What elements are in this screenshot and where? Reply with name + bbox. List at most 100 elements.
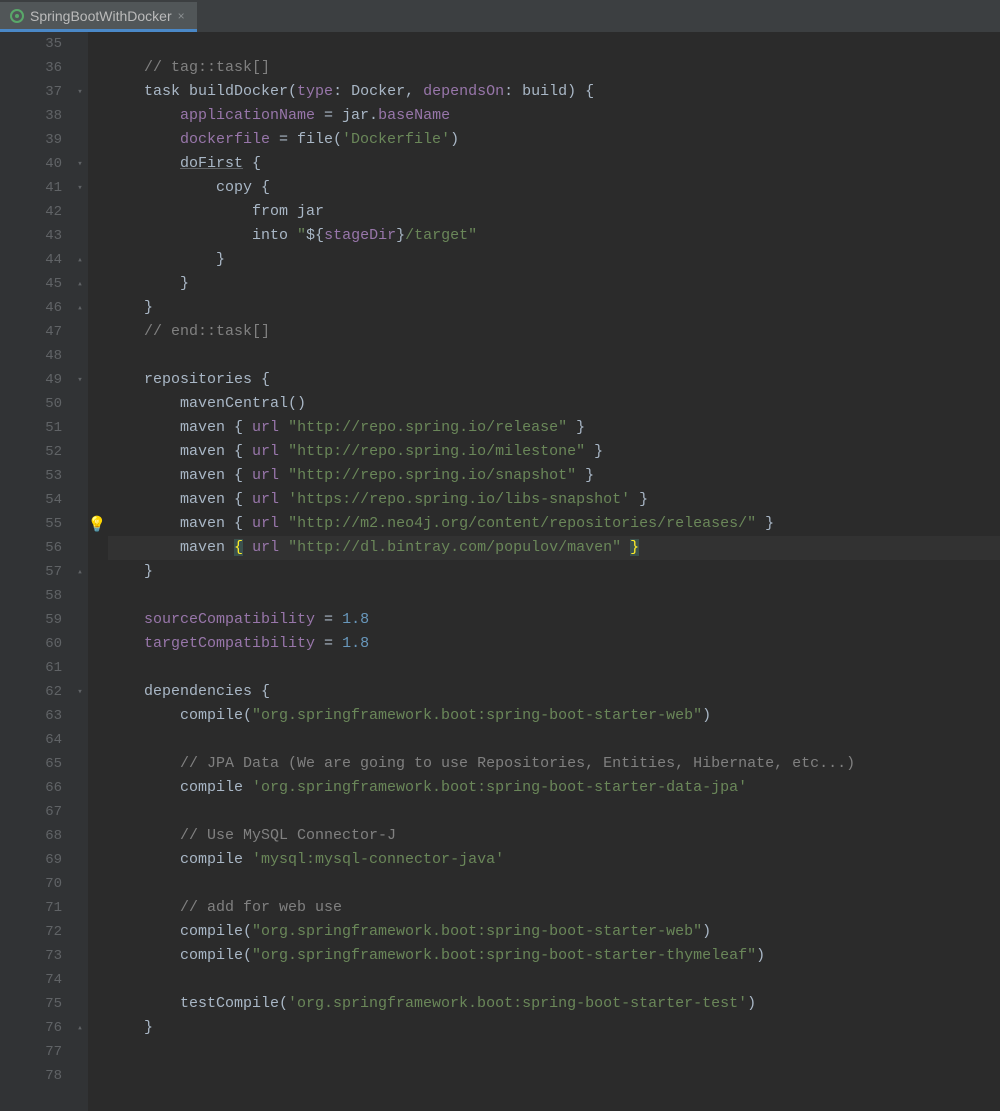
code-line[interactable] bbox=[108, 872, 1000, 896]
code-area[interactable]: // tag::task[] task buildDocker(type: Do… bbox=[106, 32, 1000, 1111]
intention-bulb-icon bbox=[88, 320, 106, 344]
intention-bulb-icon bbox=[88, 128, 106, 152]
code-line[interactable] bbox=[108, 728, 1000, 752]
fold-marker[interactable]: ▴ bbox=[72, 272, 88, 296]
token: { bbox=[243, 155, 261, 172]
code-line[interactable]: copy { bbox=[108, 176, 1000, 200]
code-line[interactable] bbox=[108, 1040, 1000, 1064]
code-line[interactable]: // Use MySQL Connector-J bbox=[108, 824, 1000, 848]
line-number: 57 bbox=[0, 560, 62, 584]
fold-marker[interactable]: ▾ bbox=[72, 80, 88, 104]
fold-column[interactable]: ▾▾▾▴▴▴▾▴▾▴ bbox=[72, 32, 88, 1111]
editor-tab[interactable]: SpringBootWithDocker × bbox=[0, 2, 197, 32]
token: targetCompatibility bbox=[144, 635, 315, 652]
code-line[interactable]: maven { url "http://repo.spring.io/miles… bbox=[108, 440, 1000, 464]
fold-marker[interactable]: ▴ bbox=[72, 296, 88, 320]
code-line[interactable]: } bbox=[108, 248, 1000, 272]
code-line[interactable] bbox=[108, 344, 1000, 368]
code-line[interactable]: maven { url "http://repo.spring.io/relea… bbox=[108, 416, 1000, 440]
token: maven bbox=[108, 539, 234, 556]
token: "org.springframework.boot:spring-boot-st… bbox=[252, 923, 702, 940]
fold-marker[interactable]: ▴ bbox=[72, 248, 88, 272]
token: : build) { bbox=[504, 83, 594, 100]
code-line[interactable]: from jar bbox=[108, 200, 1000, 224]
code-line[interactable]: dockerfile = file('Dockerfile') bbox=[108, 128, 1000, 152]
code-line[interactable] bbox=[108, 800, 1000, 824]
code-line[interactable] bbox=[108, 656, 1000, 680]
code-line[interactable]: } bbox=[108, 272, 1000, 296]
code-line[interactable] bbox=[108, 1064, 1000, 1088]
code-editor[interactable]: 3536373839404142434445464748495051525354… bbox=[0, 32, 1000, 1111]
line-number: 62 bbox=[0, 680, 62, 704]
fold-marker[interactable]: ▴ bbox=[72, 1016, 88, 1040]
code-line[interactable]: } bbox=[108, 560, 1000, 584]
fold-marker[interactable]: ▴ bbox=[72, 560, 88, 584]
intention-bulb-icon bbox=[88, 440, 106, 464]
intention-bulb-icon bbox=[88, 776, 106, 800]
code-line[interactable] bbox=[108, 584, 1000, 608]
code-line[interactable]: sourceCompatibility = 1.8 bbox=[108, 608, 1000, 632]
close-icon[interactable]: × bbox=[178, 9, 185, 23]
code-line[interactable]: // end::task[] bbox=[108, 320, 1000, 344]
line-number: 74 bbox=[0, 968, 62, 992]
intention-bulb-icon bbox=[88, 296, 106, 320]
token: 'org.springframework.boot:spring-boot-st… bbox=[252, 779, 747, 796]
intention-bulb-icon bbox=[88, 1016, 106, 1040]
code-line[interactable]: task buildDocker(type: Docker, dependsOn… bbox=[108, 80, 1000, 104]
token: dependsOn bbox=[423, 83, 504, 100]
intention-bulb-icon bbox=[88, 824, 106, 848]
code-line[interactable]: maven { url "http://repo.spring.io/snaps… bbox=[108, 464, 1000, 488]
fold-marker bbox=[72, 752, 88, 776]
code-line[interactable]: into "${stageDir}/target" bbox=[108, 224, 1000, 248]
code-line[interactable]: // JPA Data (We are going to use Reposit… bbox=[108, 752, 1000, 776]
token bbox=[108, 635, 144, 652]
token: // add for web use bbox=[180, 899, 342, 916]
code-line[interactable] bbox=[108, 968, 1000, 992]
code-line[interactable]: compile("org.springframework.boot:spring… bbox=[108, 704, 1000, 728]
fold-marker[interactable]: ▾ bbox=[72, 176, 88, 200]
intention-bulb-icon bbox=[88, 584, 106, 608]
code-line[interactable]: } bbox=[108, 296, 1000, 320]
code-line[interactable]: repositories { bbox=[108, 368, 1000, 392]
intention-bulb-icon bbox=[88, 416, 106, 440]
fold-marker[interactable]: ▾ bbox=[72, 368, 88, 392]
intention-column[interactable]: 💡 bbox=[88, 32, 106, 1111]
token bbox=[279, 491, 288, 508]
fold-marker bbox=[72, 344, 88, 368]
code-line[interactable]: // add for web use bbox=[108, 896, 1000, 920]
token: mavenCentral() bbox=[108, 395, 306, 412]
code-line[interactable]: targetCompatibility = 1.8 bbox=[108, 632, 1000, 656]
fold-marker bbox=[72, 104, 88, 128]
token: "http://dl.bintray.com/populov/maven" bbox=[288, 539, 621, 556]
code-line[interactable]: testCompile('org.springframework.boot:sp… bbox=[108, 992, 1000, 1016]
code-line[interactable]: compile("org.springframework.boot:spring… bbox=[108, 920, 1000, 944]
code-line[interactable]: compile("org.springframework.boot:spring… bbox=[108, 944, 1000, 968]
fold-marker[interactable]: ▾ bbox=[72, 152, 88, 176]
code-line[interactable]: compile 'org.springframework.boot:spring… bbox=[108, 776, 1000, 800]
code-line[interactable] bbox=[108, 32, 1000, 56]
intention-bulb-icon bbox=[88, 248, 106, 272]
intention-bulb-icon bbox=[88, 752, 106, 776]
line-number: 51 bbox=[0, 416, 62, 440]
code-line[interactable]: maven { url "http://dl.bintray.com/popul… bbox=[108, 536, 1000, 560]
intention-bulb-icon bbox=[88, 368, 106, 392]
intention-bulb-icon[interactable]: 💡 bbox=[88, 512, 106, 536]
code-line[interactable]: maven { url 'https://repo.spring.io/libs… bbox=[108, 488, 1000, 512]
token: ) bbox=[450, 131, 459, 148]
code-line[interactable]: compile 'mysql:mysql-connector-java' bbox=[108, 848, 1000, 872]
line-number: 68 bbox=[0, 824, 62, 848]
token bbox=[108, 107, 180, 124]
code-line[interactable]: mavenCentral() bbox=[108, 392, 1000, 416]
code-line[interactable]: // tag::task[] bbox=[108, 56, 1000, 80]
fold-marker bbox=[72, 512, 88, 536]
code-line[interactable]: doFirst { bbox=[108, 152, 1000, 176]
code-line[interactable]: } bbox=[108, 1016, 1000, 1040]
token: } bbox=[630, 491, 648, 508]
line-number-gutter: 3536373839404142434445464748495051525354… bbox=[0, 32, 72, 1111]
fold-marker[interactable]: ▾ bbox=[72, 680, 88, 704]
token: task buildDocker( bbox=[144, 83, 297, 100]
code-line[interactable]: maven { url "http://m2.neo4j.org/content… bbox=[108, 512, 1000, 536]
code-line[interactable]: applicationName = jar.baseName bbox=[108, 104, 1000, 128]
token: compile bbox=[108, 779, 252, 796]
code-line[interactable]: dependencies { bbox=[108, 680, 1000, 704]
